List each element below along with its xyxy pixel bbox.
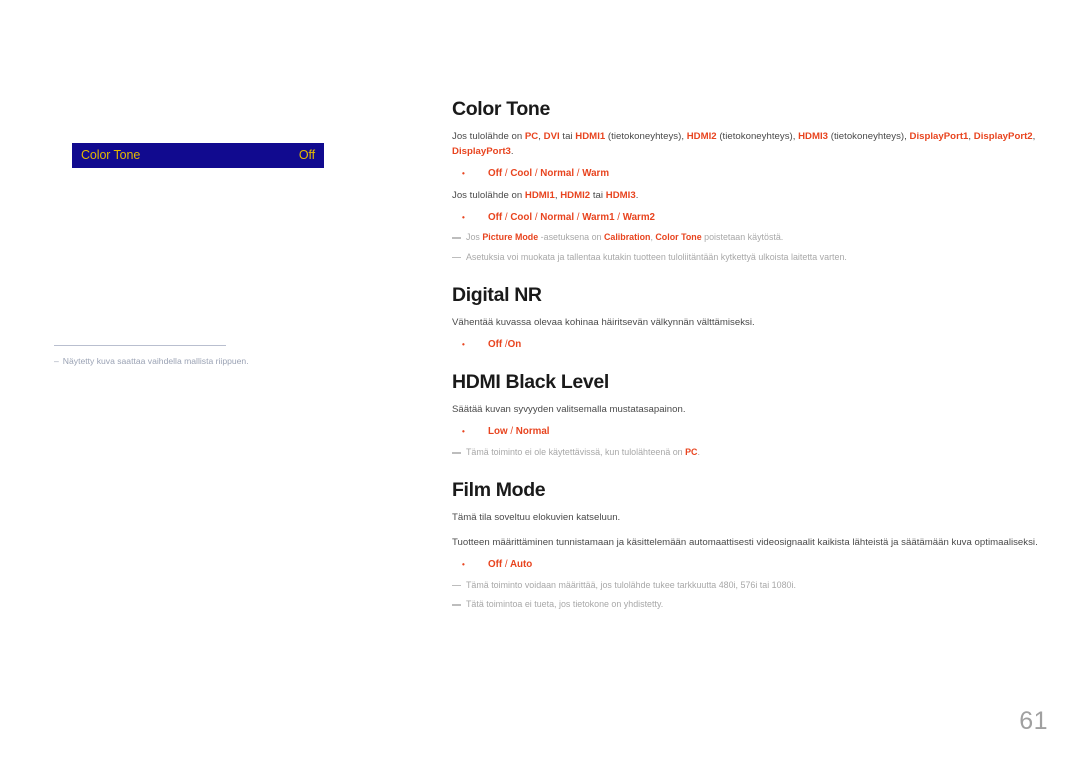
section-description-2: Tuotteen määrittäminen tunnistamaan ja k… bbox=[452, 537, 1038, 549]
section-film-mode: Film Mode Tämä tila soveltuu elokuvien k… bbox=[452, 479, 1048, 612]
section-intro: Jos tulolähde on PC, DVI tai HDMI1 (tiet… bbox=[452, 131, 1036, 158]
left-footnote: – Näytetty kuva saattaa vaihdella mallist… bbox=[54, 355, 384, 367]
option-list: Off / Cool / Normal / Warm bbox=[452, 166, 1048, 182]
option-list: Off / Cool / Normal / Warm1 / Warm2 bbox=[452, 210, 1048, 226]
option-item[interactable]: Off / Auto bbox=[462, 557, 1048, 573]
osd-menu-value: Off bbox=[298, 148, 315, 163]
option-item[interactable]: Low / Normal bbox=[462, 424, 1048, 440]
section-note: Asetuksia voi muokata ja tallentaa kutak… bbox=[452, 251, 1048, 264]
option-item[interactable]: Off /On bbox=[462, 337, 1048, 353]
section-description: Tämä tila soveltuu elokuvien katseluun. bbox=[452, 512, 621, 524]
section-title: Film Mode bbox=[452, 479, 546, 501]
option-item[interactable]: Off / Cool / Normal / Warm bbox=[462, 166, 1048, 182]
section-hdmi-black-level: HDMI Black Level Säätää kuvan syvyyden v… bbox=[452, 371, 1048, 459]
section-description: Säätää kuvan syvyyden valitsemalla musta… bbox=[452, 404, 686, 416]
section-color-tone: Color Tone Jos tulolähde on PC, DVI tai … bbox=[452, 98, 1048, 264]
left-column: Color Tone Off – Näytetty kuva saattaa va… bbox=[0, 0, 420, 763]
section-note: Jos Picture Mode -asetuksena on Calibrat… bbox=[452, 231, 1048, 244]
section-note: Tätä toimintoa ei tueta, jos tietokone o… bbox=[452, 598, 1048, 611]
osd-menu-label: Color Tone bbox=[81, 148, 141, 163]
footnote-dash: – bbox=[54, 356, 59, 366]
page-number: 61 bbox=[1019, 707, 1048, 735]
section-title: HDMI Black Level bbox=[452, 371, 609, 393]
option-item[interactable]: Off / Cool / Normal / Warm1 / Warm2 bbox=[462, 210, 1048, 226]
section-note: Tämä toiminto voidaan määrittää, jos tul… bbox=[452, 579, 1048, 592]
option-list: Off /On bbox=[452, 337, 1048, 353]
option-list: Off / Auto bbox=[452, 557, 1048, 573]
manual-page: Color Tone Off – Näytetty kuva saattaa va… bbox=[0, 0, 1080, 763]
section-note: Tämä toiminto ei ole käytettävissä, kun … bbox=[452, 446, 1048, 459]
footnote-text: Näytetty kuva saattaa vaihdella mallista… bbox=[62, 356, 249, 366]
section-title: Digital NR bbox=[452, 284, 542, 306]
section-description: Vähentää kuvassa olevaa kohinaa häiritse… bbox=[452, 317, 755, 329]
section-intro-2: Jos tulolähde on HDMI1, HDMI2 tai HDMI3. bbox=[452, 189, 639, 201]
footnote-divider bbox=[54, 345, 226, 346]
option-list: Low / Normal bbox=[452, 424, 1048, 440]
osd-menu-row-color-tone[interactable]: Color Tone Off bbox=[72, 143, 324, 168]
section-title: Color Tone bbox=[452, 98, 550, 120]
section-digital-nr: Digital NR Vähentää kuvassa olevaa kohin… bbox=[452, 284, 1048, 353]
